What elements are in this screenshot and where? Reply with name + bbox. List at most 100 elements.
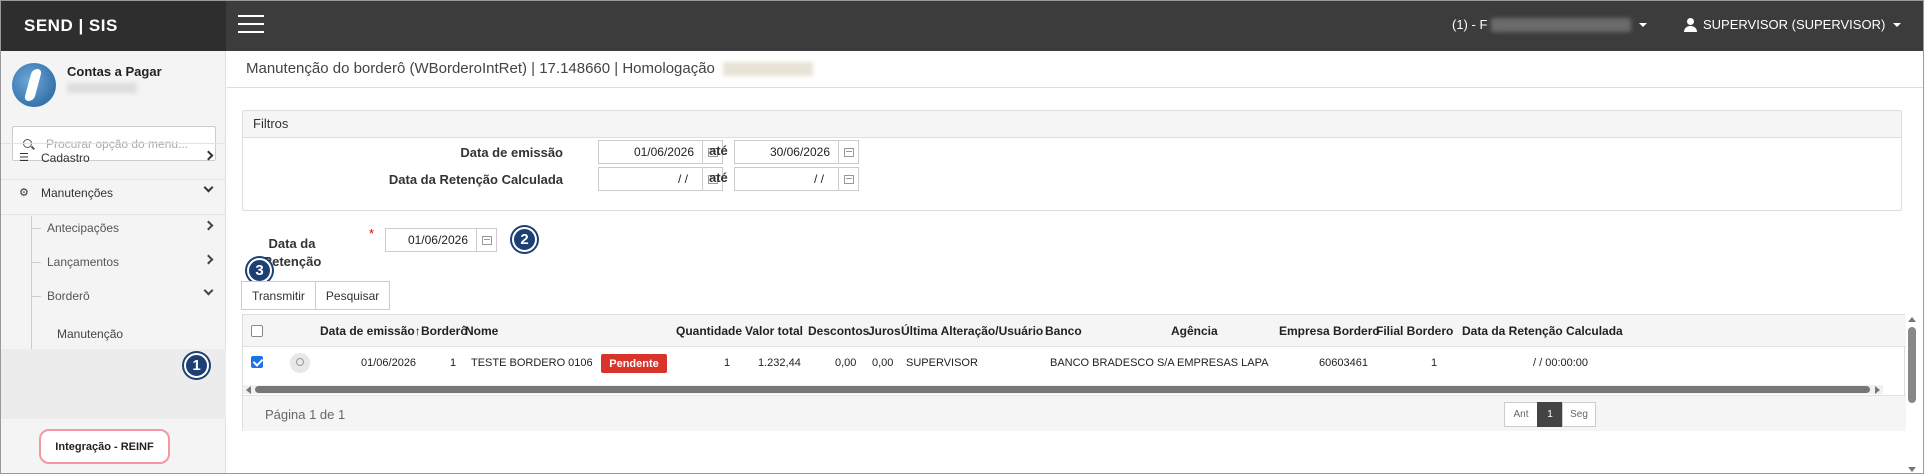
scrollbar-thumb[interactable] <box>1908 327 1916 403</box>
chevron-down-icon <box>203 182 214 193</box>
date-value: / / <box>813 172 824 186</box>
emissao-to-input[interactable]: 30/06/2026 <box>734 140 859 164</box>
calendar-icon <box>843 147 854 157</box>
scroll-up-icon[interactable] <box>1908 317 1916 322</box>
pager-prev-button[interactable]: Ant <box>1504 402 1538 427</box>
required-mark: * <box>369 226 375 241</box>
pager: Página 1 de 1 Ant 1 Seg <box>243 395 1906 431</box>
calendar-button[interactable] <box>838 168 858 190</box>
sidebar-item-label: Antecipações <box>47 221 120 235</box>
sidebar-item-bordero[interactable]: Borderô <box>0 275 226 317</box>
pager-text: Página 1 de 1 <box>265 407 346 422</box>
pesquisar-button[interactable]: Pesquisar <box>315 281 391 310</box>
col-filial-bordero[interactable]: Filial Bordero <box>1376 324 1453 338</box>
ate-label: até <box>709 143 728 158</box>
filters-panel: Filtros Data de emissão 01/06/2026 até 3… <box>242 110 1902 211</box>
module-logo-icon <box>12 63 56 107</box>
horizontal-scrollbar[interactable] <box>243 385 1883 394</box>
step-badge-1: 1 <box>184 353 209 378</box>
retencao-to-input[interactable]: / / <box>734 167 859 191</box>
user-name: SUPERVISOR (SUPERVISOR) <box>1703 17 1886 32</box>
caret-down-icon <box>1639 22 1648 27</box>
transmitir-button[interactable]: Transmitir <box>241 281 316 310</box>
date-value: 01/06/2026 <box>407 233 468 247</box>
date-value: / / <box>677 172 688 186</box>
calendar-button[interactable] <box>476 229 496 251</box>
col-descontos[interactable]: Descontos <box>808 324 869 338</box>
divider <box>227 87 1924 88</box>
scroll-left-icon[interactable] <box>246 386 251 394</box>
environment-redacted <box>722 61 813 76</box>
vertical-scrollbar[interactable] <box>1907 317 1917 474</box>
cell-nome: TESTE BORDERO 0106 <box>471 357 593 369</box>
step-badge-3: 3 <box>247 258 272 283</box>
data-retencao-input[interactable]: 01/06/2026 <box>385 228 497 252</box>
sidebar-item-label: Borderô <box>47 289 90 303</box>
sidebar-item-integracao-reinf[interactable]: Integração - REINF <box>39 429 170 464</box>
scroll-right-icon[interactable] <box>1875 386 1880 394</box>
cell-agencia: EMPRESAS LAPA <box>1177 357 1269 369</box>
sidebar-item-label: Manutenções <box>41 186 114 200</box>
sidebar-item-label: Manutenção <box>57 327 124 341</box>
calendar-icon <box>481 235 492 245</box>
row-checkbox[interactable] <box>251 356 263 368</box>
action-buttons: Transmitir Pesquisar <box>241 281 391 310</box>
chevron-right-icon <box>203 220 214 231</box>
chevron-right-icon <box>203 150 214 161</box>
cell-filial: 1 <box>1431 357 1438 369</box>
top-bar: SEND | SIS (1) - F SUPERVISOR (SUPERVISO… <box>0 0 1924 51</box>
menu-toggle-icon[interactable] <box>238 15 264 35</box>
gears-icon: ⚙ <box>19 187 29 199</box>
step-badge-2: 2 <box>512 227 537 252</box>
filters-header: Filtros <box>243 111 1901 138</box>
pager-page-button[interactable]: 1 <box>1537 402 1563 427</box>
col-empresa-bordero[interactable]: Empresa Bordero <box>1279 324 1380 338</box>
cell-data-emissao: 01/06/2026 <box>361 357 417 369</box>
module-header: Contas a Pagar <box>0 51 226 115</box>
user-icon <box>1684 17 1697 32</box>
col-agencia[interactable]: Agência <box>1171 324 1218 338</box>
results-grid: Data de emissão↑ Borderô Nome Quantidade… <box>242 314 1906 431</box>
select-all-checkbox[interactable] <box>251 325 263 337</box>
calendar-icon <box>843 174 854 184</box>
col-banco[interactable]: Banco <box>1045 324 1082 338</box>
col-data-emissao[interactable]: Data de emissão↑ <box>320 324 421 338</box>
company-name-redacted <box>1491 17 1632 32</box>
date-value: 30/06/2026 <box>769 145 830 159</box>
col-valor-total[interactable]: Valor total <box>745 324 803 338</box>
sort-asc-icon: ↑ <box>414 324 421 338</box>
cell-empresa: 60603461 <box>1319 357 1368 369</box>
module-subtitle-redacted <box>67 83 137 93</box>
emissao-from-input[interactable]: 01/06/2026 <box>598 140 723 164</box>
col-nome[interactable]: Nome <box>465 324 498 338</box>
col-bordero[interactable]: Borderô <box>421 324 468 338</box>
data-retencao-label: Data da Retenção <box>227 235 357 271</box>
cell-bordero: 1 <box>450 357 457 369</box>
col-data-retencao-calculada[interactable]: Data da Retenção Calculada <box>1462 324 1623 338</box>
emissao-label: Data de emissão <box>460 145 563 160</box>
col-quantidade[interactable]: Quantidade <box>676 324 742 338</box>
pager-next-button[interactable]: Seg <box>1562 402 1596 427</box>
calendar-button[interactable] <box>838 141 858 163</box>
user-menu[interactable]: SUPERVISOR (SUPERVISOR) <box>1684 17 1902 32</box>
caret-down-icon <box>1893 22 1902 27</box>
brand-logo[interactable]: SEND | SIS <box>0 0 226 51</box>
row-search-icon[interactable] <box>290 353 310 373</box>
cell-banco: BANCO BRADESCO S/A <box>1050 357 1175 369</box>
cell-data-retencao: / / 00:00:00 <box>1533 357 1589 369</box>
col-juros[interactable]: Juros <box>868 324 901 338</box>
scroll-down-icon[interactable] <box>1908 467 1916 472</box>
company-selector[interactable]: (1) - F <box>1452 17 1648 32</box>
status-badge: Pendente <box>601 354 667 373</box>
date-value: 01/06/2026 <box>633 145 694 159</box>
list-icon: ☰ <box>19 152 29 164</box>
chevron-right-icon <box>203 254 214 265</box>
page-title: Manutenção do borderô (WBorderoIntRet) |… <box>246 60 813 77</box>
module-title: Contas a Pagar <box>67 64 162 79</box>
retencao-from-input[interactable]: / / <box>598 167 723 191</box>
ate-label: até <box>709 170 728 185</box>
cell-valor-total: 1.232,44 <box>758 357 801 369</box>
scrollbar-thumb[interactable] <box>255 386 1870 393</box>
col-ultima-alteracao[interactable]: Última Alteração/Usuário <box>901 324 1043 338</box>
chevron-down-icon <box>203 285 214 296</box>
